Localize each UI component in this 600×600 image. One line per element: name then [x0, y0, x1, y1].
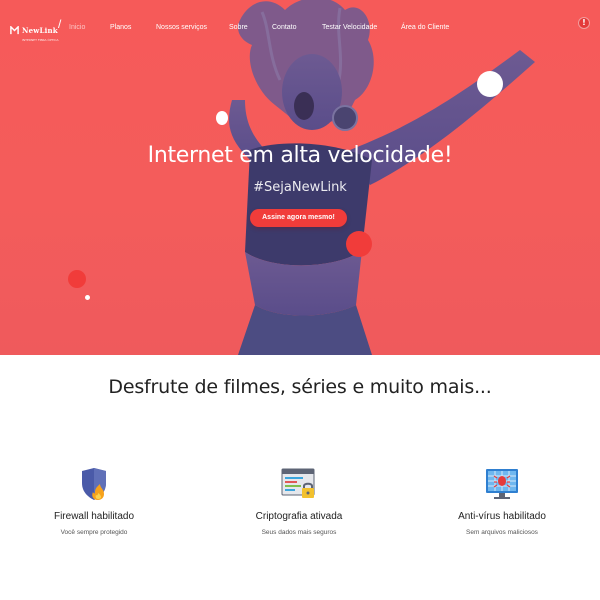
encrypted-browser-icon: [281, 468, 315, 498]
hero-title: Internet em alta velocidade!: [147, 143, 453, 168]
feature-antivirus: Anti-vírus habilitado Sem arquivos malic…: [412, 466, 592, 536]
feature-firewall: Firewall habilitado Você sempre protegid…: [4, 466, 184, 536]
feature-title: Criptografia ativada: [255, 511, 343, 522]
decor-circle: [85, 295, 90, 300]
nav-link-contato[interactable]: Contato: [272, 24, 297, 31]
hero-tagline: #SejaNewLink: [253, 180, 347, 195]
feature-desc: Você sempre protegido: [60, 529, 128, 536]
feature-criptografia: Criptografia ativada Seus dados mais seg…: [209, 466, 389, 536]
feature-desc: Seus dados mais seguros: [261, 529, 337, 536]
hero-banner: NewLink INTERNET FIBRA ÓPTICA / Inicio P…: [0, 0, 600, 355]
feature-desc: Sem arquivos maliciosos: [466, 529, 538, 536]
shield-fire-icon: [82, 468, 106, 500]
nav-link-sobre[interactable]: Sobre: [229, 24, 248, 31]
notification-button[interactable]: !: [578, 17, 590, 29]
decor-circle: [477, 71, 503, 97]
subscribe-button[interactable]: Assine agora mesmo!: [250, 209, 347, 227]
logo-subtext: INTERNET FIBRA ÓPTICA: [22, 38, 59, 42]
decor-circle: [346, 231, 372, 257]
nav-links: Planos Nossos serviços Sobre Contato Tes…: [0, 24, 600, 34]
nav-link-area-cliente[interactable]: Área do Cliente: [401, 24, 449, 31]
nav-link-servicos[interactable]: Nossos serviços: [156, 24, 207, 31]
decor-circle: [68, 270, 86, 288]
nav-link-planos[interactable]: Planos: [110, 24, 131, 31]
nav-link-testar-velocidade[interactable]: Testar Velocidade: [322, 24, 377, 31]
feature-title: Anti-vírus habilitado: [458, 511, 546, 522]
section-title: Desfrute de filmes, séries e muito mais.…: [108, 376, 492, 398]
top-navbar: NewLink INTERNET FIBRA ÓPTICA / Inicio P…: [0, 0, 600, 54]
feature-title: Firewall habilitado: [53, 511, 135, 522]
antivirus-monitor-icon: [486, 469, 518, 499]
decor-circle: [216, 111, 228, 125]
